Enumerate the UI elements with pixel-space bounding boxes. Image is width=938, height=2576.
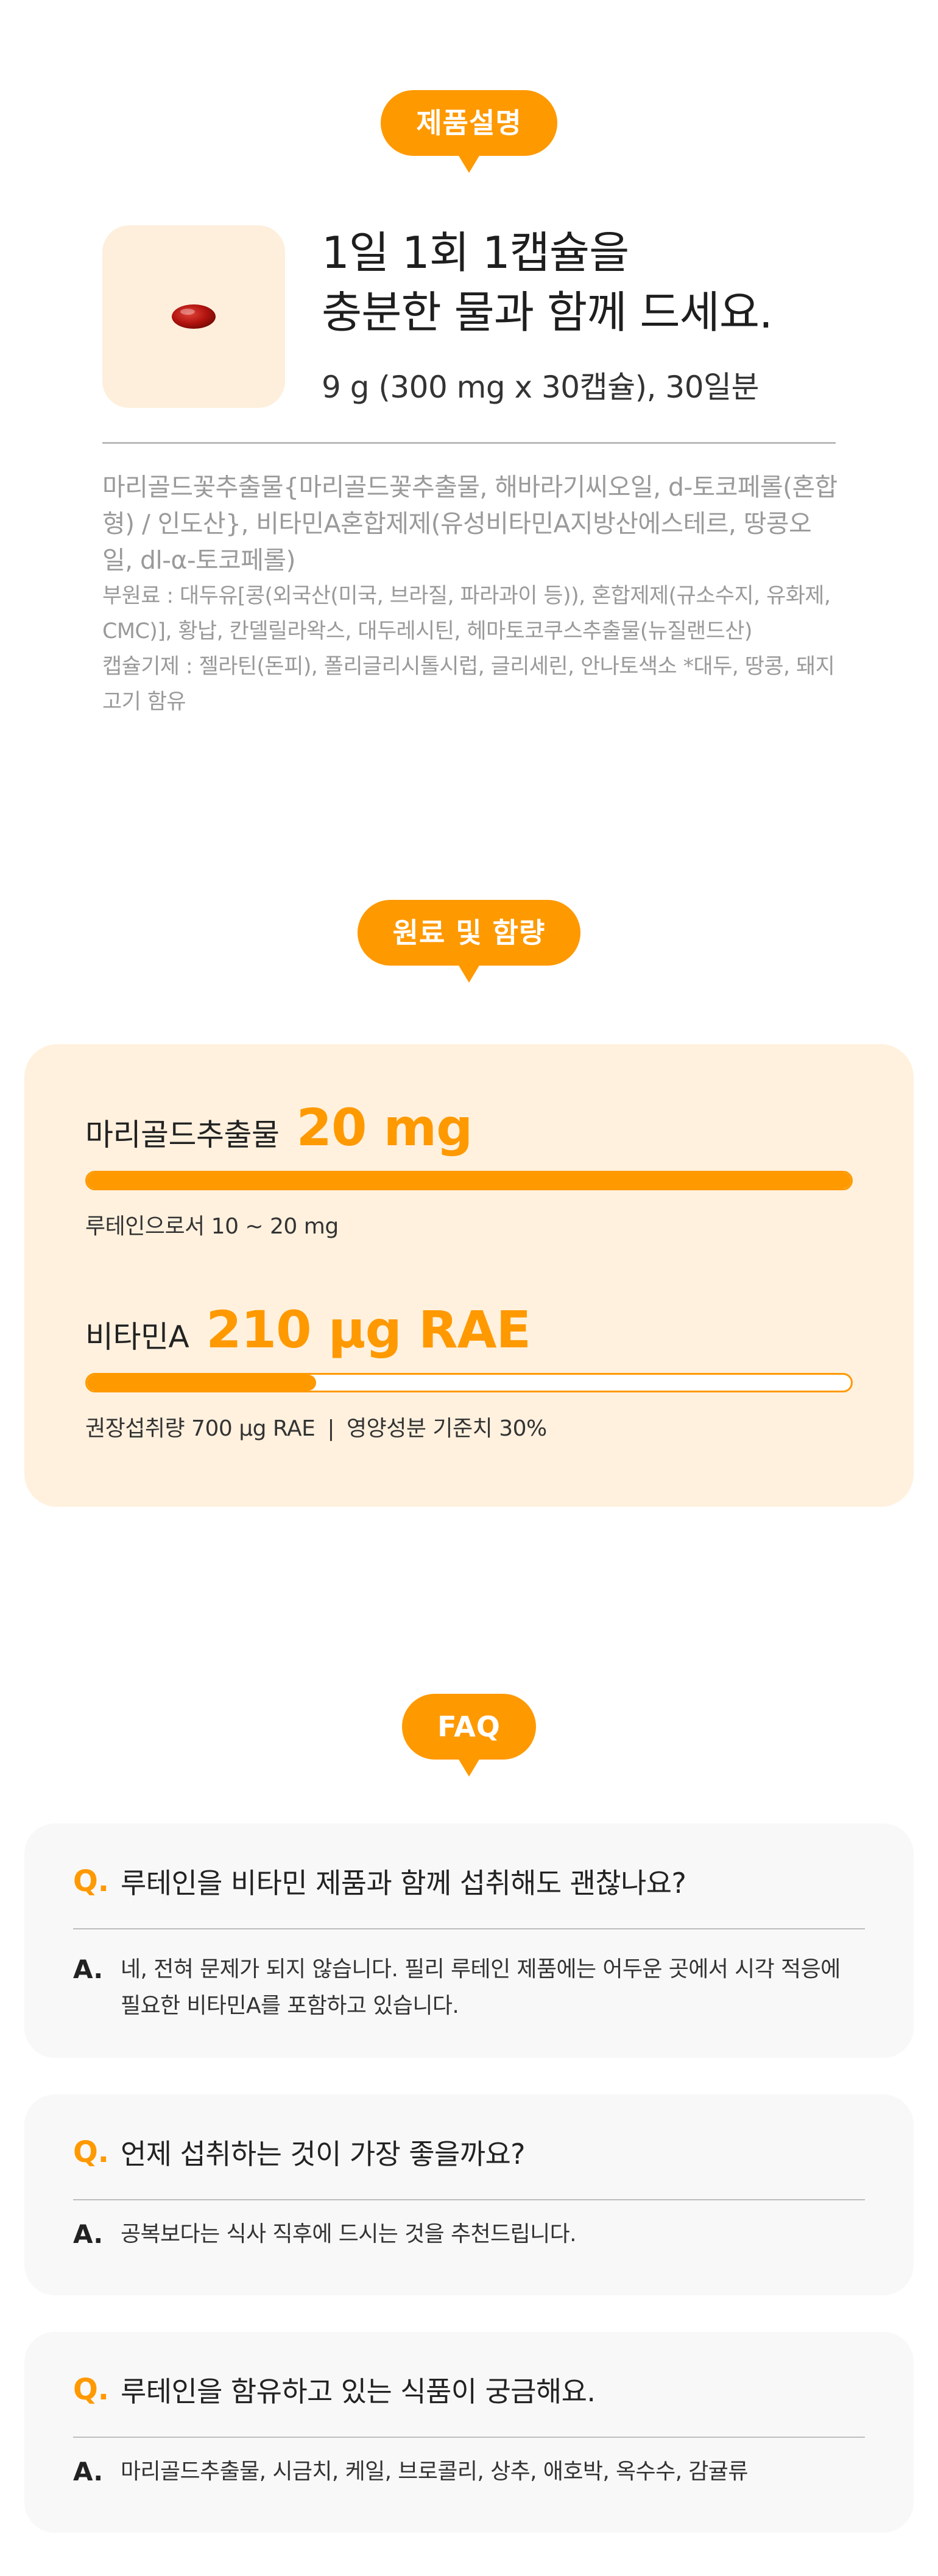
content-badge: 원료 및 함량 xyxy=(357,900,581,966)
nutrient-amount: 210 μg RAE xyxy=(206,1300,531,1360)
faq-divider xyxy=(73,2199,865,2200)
ingredients-main: 마리골드꽃추출물{마리골드꽃추출물, 해바라기씨오일, d-토코페롤(혼합형) … xyxy=(102,472,838,575)
ingredients-capsule: 캡슐기제 : 젤라틴(돈피), 폴리글리시톨시럽, 글리세린, 안나토색소 *대… xyxy=(102,655,835,714)
nutrient-bar xyxy=(85,1373,853,1392)
faq-badge-wrap: FAQ xyxy=(0,1694,938,1760)
nutrient-name: 비타민A xyxy=(85,1319,189,1355)
capsule-image-box xyxy=(102,225,285,408)
faq-divider xyxy=(73,1928,865,1929)
question-marker: Q. xyxy=(73,2373,110,2407)
nutrient-note: 루테인으로서 10 ~ 20 mg xyxy=(85,1214,339,1239)
faq-item[interactable]: Q. 루테인을 비타민 제품과 함께 섭취해도 괜찮나요? A. 네, 전혀 문… xyxy=(24,1823,914,2058)
description-badge-wrap: 제품설명 xyxy=(0,90,938,156)
ingredients-block: 마리골드꽃추출물{마리골드꽃추출물, 해바라기씨오일, d-토코페롤(혼합형) … xyxy=(102,469,839,720)
nutrient-note: 권장섭취량 700 μg RAE | 영양성분 기준치 30% xyxy=(85,1411,853,1442)
ingredients-sub: 부원료 : 대두유[콩(외국산(미국, 브라질, 파라과이 등)), 혼합제제(… xyxy=(102,584,831,644)
answer-marker: A. xyxy=(73,2219,104,2249)
answer-text: 네, 전혀 문제가 되지 않습니다. 필리 루테인 제품에는 어두운 곳에서 시… xyxy=(121,1957,841,2018)
question-marker: Q. xyxy=(73,1864,110,1898)
nutrient-name: 마리골드추출물 xyxy=(85,1117,280,1153)
nutrient-vitamin-a: 비타민A 210 μg RAE 권장섭취량 700 μg RAE | 영양성분 기준… xyxy=(85,1300,853,1442)
content-badge-wrap: 원료 및 함량 xyxy=(0,900,938,966)
faq-divider xyxy=(73,2437,865,2438)
capsule-icon xyxy=(172,304,216,329)
faq-answer: A. 마리골드추출물, 시금치, 케일, 브로콜리, 상추, 애호박, 옥수수,… xyxy=(73,2454,865,2490)
daily-value: 영양성분 기준치 30% xyxy=(346,1416,547,1441)
note-separator: | xyxy=(327,1416,334,1441)
content-card: 마리골드추출물 20 mg 루테인으로서 10 ~ 20 mg 비타민A 210… xyxy=(24,1044,914,1507)
question-text: 루테인을 비타민 제품과 함께 섭취해도 괜찮나요? xyxy=(121,1867,686,1900)
question-text: 루테인을 함유하고 있는 식품이 궁금해요. xyxy=(121,2375,596,2408)
dose-line-1: 1일 1회 1캡슐을 xyxy=(322,227,629,278)
faq-item[interactable]: Q. 언제 섭취하는 것이 가장 좋을까요? A. 공복보다는 식사 직후에 드… xyxy=(24,2094,914,2295)
nutrient-header: 비타민A 210 μg RAE xyxy=(85,1300,853,1360)
faq-question: Q. 언제 섭취하는 것이 가장 좋을까요? xyxy=(73,2132,865,2172)
faq-answer: A. 공복보다는 식사 직후에 드시는 것을 추천드립니다. xyxy=(73,2216,865,2253)
faq-question: Q. 루테인을 함유하고 있는 식품이 궁금해요. xyxy=(73,2370,865,2410)
faq-answer: A. 네, 전혀 문제가 되지 않습니다. 필리 루테인 제품에는 어두운 곳에… xyxy=(73,1951,865,2024)
question-text: 언제 섭취하는 것이 가장 좋을까요? xyxy=(121,2138,526,2171)
nutrient-bar-fill xyxy=(87,1173,851,1188)
question-marker: Q. xyxy=(73,2135,110,2169)
dose-subtext: 9 g (300 mg x 30캡슐), 30일분 xyxy=(322,370,760,405)
description-divider xyxy=(102,442,836,444)
nutrient-header: 마리골드추출물 20 mg xyxy=(85,1098,853,1157)
faq-item[interactable]: Q. 루테인을 함유하고 있는 식품이 궁금해요. A. 마리골드추출물, 시금… xyxy=(24,2332,914,2533)
nutrient-bar xyxy=(85,1171,853,1190)
nutrient-marigold: 마리골드추출물 20 mg 루테인으로서 10 ~ 20 mg xyxy=(85,1098,853,1240)
answer-text: 공복보다는 식사 직후에 드시는 것을 추천드립니다. xyxy=(121,2222,577,2247)
answer-marker: A. xyxy=(73,1954,104,1984)
answer-marker: A. xyxy=(73,2457,104,2487)
faq-badge: FAQ xyxy=(402,1694,536,1760)
nutrient-bar-fill xyxy=(87,1375,317,1391)
dose-heading: 1일 1회 1캡슐을 충분한 물과 함께 드세요. xyxy=(322,223,870,342)
recommended-intake: 권장섭취량 700 μg RAE xyxy=(85,1416,316,1441)
answer-text: 마리골드추출물, 시금치, 케일, 브로콜리, 상추, 애호박, 옥수수, 감귤… xyxy=(121,2459,748,2484)
description-badge: 제품설명 xyxy=(381,90,557,156)
dose-line-2: 충분한 물과 함께 드세요. xyxy=(322,287,773,338)
faq-question: Q. 루테인을 비타민 제품과 함께 섭취해도 괜찮나요? xyxy=(73,1861,865,1901)
product-detail-page: 제품설명 1일 1회 1캡슐을 충분한 물과 함께 드세요. 9 g (300 … xyxy=(0,0,938,2576)
nutrient-amount: 20 mg xyxy=(296,1098,473,1157)
